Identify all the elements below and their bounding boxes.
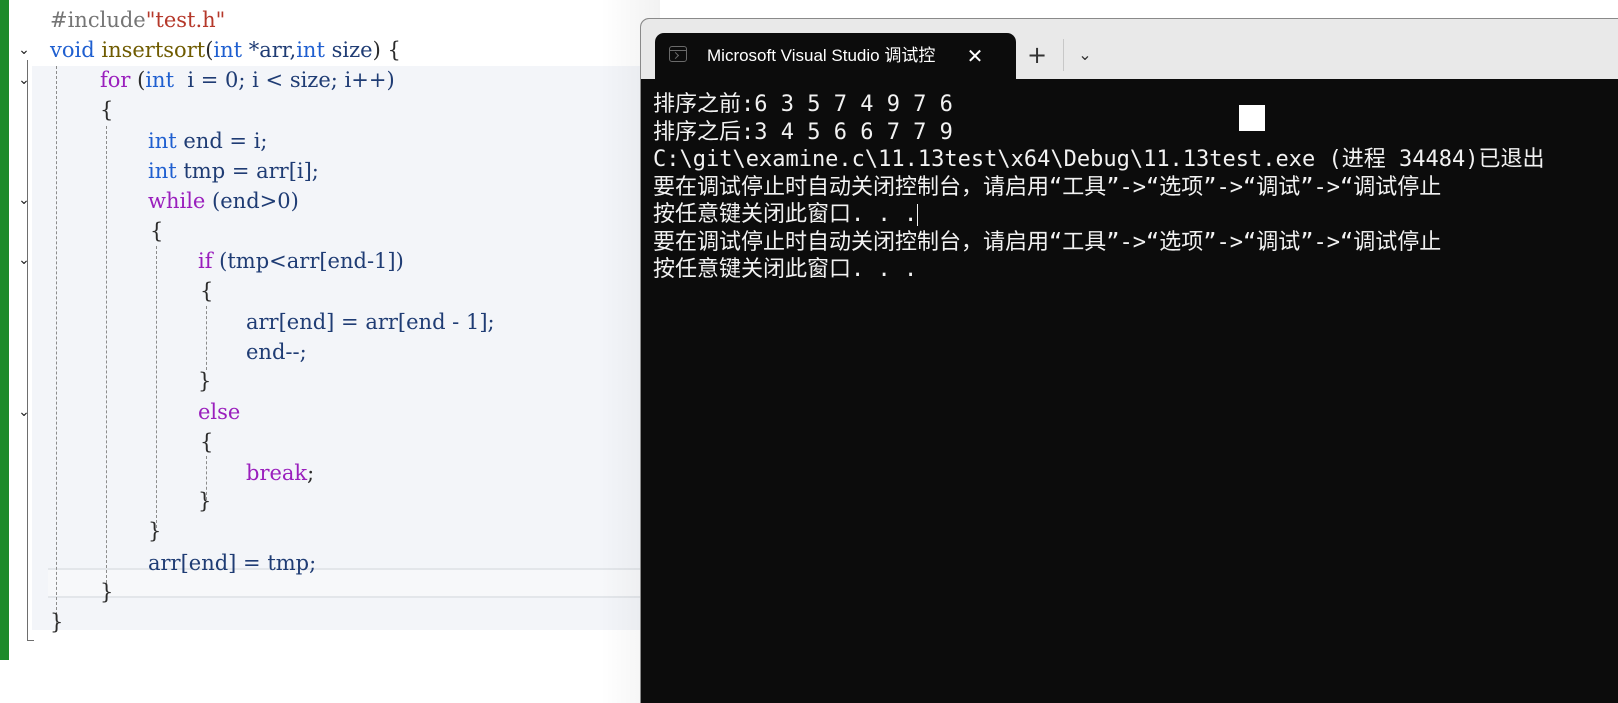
- indent-guide: [56, 66, 57, 630]
- code-line-brace: }: [198, 489, 212, 513]
- current-line-highlight: [48, 568, 640, 598]
- console-line-text: 按任意键关闭此窗口. . .: [653, 202, 918, 227]
- chevron-down-icon[interactable]: ⌄: [14, 190, 34, 210]
- code-line-brace: }: [198, 369, 212, 393]
- console-line: 要在调试停止时自动关闭控制台，请启用“工具”->“选项”->“调试”->“调试停…: [653, 229, 1442, 255]
- code-line-tmp-decl: int tmp = arr[i];: [148, 159, 319, 183]
- outline-line: [27, 60, 28, 640]
- code-line-function-signature: void insertsort(int *arr,int size) {: [50, 38, 401, 62]
- console-line: 要在调试停止时自动关闭控制台，请启用“工具”->“选项”->“调试”->“调试停…: [653, 174, 1442, 200]
- code-line-brace: {: [200, 279, 214, 303]
- tab-divider: [1063, 39, 1064, 71]
- code-line-brace: {: [150, 219, 164, 243]
- console-line: 排序之后:3 4 5 6 6 7 7 9: [653, 119, 953, 145]
- code-line-else: else: [198, 400, 241, 424]
- text-cursor: [917, 204, 919, 226]
- plus-icon[interactable]: +: [1019, 37, 1055, 73]
- code-line-brace: }: [100, 580, 114, 604]
- code-line-if: if (tmp<arr[end-1]): [198, 249, 404, 273]
- code-line-include: #include"test.h": [50, 8, 226, 32]
- outline-end: [27, 640, 34, 641]
- close-icon[interactable]: ✕: [961, 42, 989, 70]
- console-line: C:\git\examine.c\11.13test\x64\Debug\11.…: [653, 147, 1545, 172]
- code-line-brace: }: [50, 610, 64, 634]
- code-line-shift: arr[end] = arr[end - 1];: [246, 310, 495, 334]
- scope-highlight: [32, 66, 640, 630]
- terminal-tab[interactable]: Microsoft Visual Studio 调试控 ✕: [655, 33, 1016, 79]
- code-line-break: break;: [246, 461, 315, 485]
- code-line-for: for (int i = 0; i < size; i++): [100, 68, 395, 92]
- code-line-brace: }: [148, 519, 162, 543]
- terminal-tab-bar: Microsoft Visual Studio 调试控 ✕ + ⌄: [641, 19, 1618, 79]
- code-line-decrement: end--;: [246, 340, 307, 364]
- console-cursor: [1239, 105, 1265, 131]
- console-output[interactable]: 排序之前:6 3 5 7 4 9 7 6 排序之后:3 4 5 6 6 7 7 …: [653, 91, 1618, 703]
- console-line: 按任意键关闭此窗口. . .: [653, 201, 1618, 229]
- terminal-window[interactable]: Microsoft Visual Studio 调试控 ✕ + ⌄ 排序之前:6…: [640, 18, 1618, 703]
- chevron-down-icon[interactable]: ⌄: [14, 250, 34, 270]
- terminal-icon: [669, 46, 687, 62]
- tab-title: Microsoft Visual Studio 调试控: [707, 46, 936, 65]
- squiggle-fragment: [120, 0, 340, 4]
- chevron-down-icon[interactable]: ⌄: [14, 402, 34, 422]
- chevron-down-icon[interactable]: ⌄: [1067, 37, 1103, 73]
- screen: ⌄ ⌄ ⌄ ⌄ ⌄ #include"test.h" void insertso…: [0, 0, 1618, 703]
- console-line: 按任意键关闭此窗口. . .: [653, 257, 918, 282]
- code-line-brace: {: [100, 98, 114, 122]
- indent-guide: [156, 246, 157, 528]
- indent-guide: [106, 126, 107, 588]
- chevron-down-icon[interactable]: ⌄: [14, 70, 34, 90]
- code-line-while: while (end>0): [148, 189, 299, 213]
- code-editor[interactable]: ⌄ ⌄ ⌄ ⌄ ⌄ #include"test.h" void insertso…: [0, 0, 640, 703]
- code-line-end-decl: int end = i;: [148, 129, 268, 153]
- console-line: 排序之前:6 3 5 7 4 9 7 6: [653, 92, 953, 117]
- indent-guide: [206, 306, 207, 370]
- code-line-brace: {: [200, 430, 214, 454]
- change-tracking-bar: [0, 0, 9, 660]
- code-line-assign: arr[end] = tmp;: [148, 551, 317, 575]
- chevron-down-icon[interactable]: ⌄: [14, 40, 34, 60]
